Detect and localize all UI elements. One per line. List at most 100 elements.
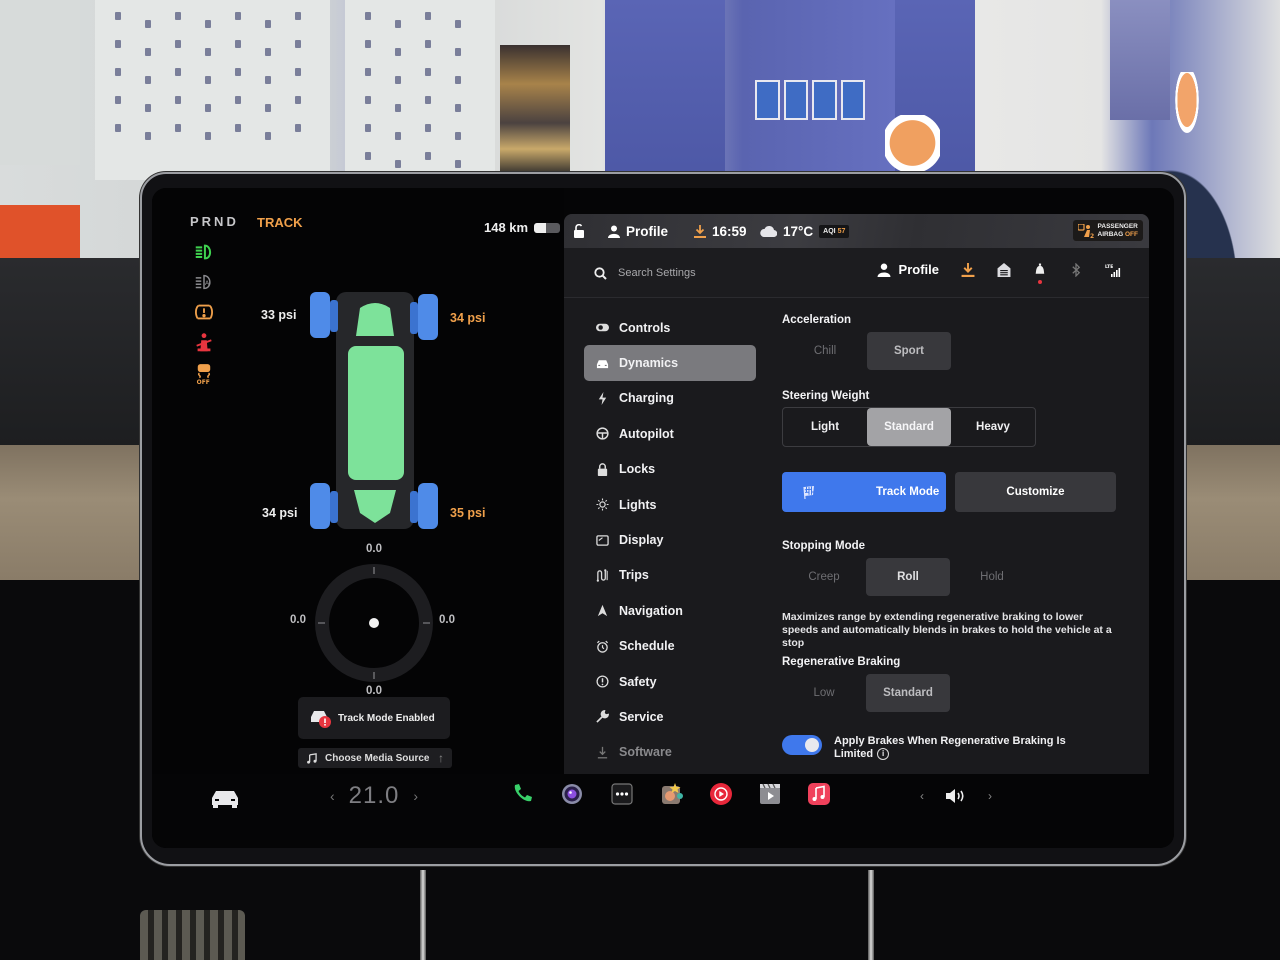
regen-option-standard[interactable]: Standard <box>866 674 950 712</box>
volume-icon[interactable] <box>944 786 968 806</box>
g-meter-left-value: 0.0 <box>290 614 306 626</box>
range-indicator: 148 km <box>484 220 561 235</box>
nav-item-dynamics[interactable]: Dynamics <box>584 345 756 381</box>
header-profile-label: Profile <box>898 262 939 277</box>
steering-option-heavy[interactable]: Heavy <box>951 408 1035 446</box>
cabin-temperature[interactable]: 21.0 <box>349 782 400 810</box>
airbag-line1: PASSENGER <box>1097 223 1138 230</box>
steering-option-standard[interactable]: Standard <box>867 408 951 446</box>
navigation-icon <box>597 605 608 617</box>
background-wall-photo <box>455 104 461 112</box>
track-mode-button[interactable]: Track Mode <box>782 472 946 512</box>
background-wall-photo <box>205 48 211 56</box>
background-wall-photo <box>175 12 181 20</box>
more-apps-icon[interactable] <box>610 782 634 806</box>
volume-decrease-button[interactable]: ‹ <box>920 789 924 803</box>
seatbelt-warning-icon <box>192 331 216 355</box>
steering-option-light[interactable]: Light <box>783 408 867 446</box>
aqi-value: 57 <box>837 227 846 235</box>
status-bar: Profile 16:59 17°C AQI 57 2 PASSENGER AIR… <box>564 214 1149 248</box>
expand-up-icon[interactable]: ↑ <box>438 751 444 765</box>
headlight-on-icon <box>192 240 216 264</box>
background-wall-photo <box>455 76 461 84</box>
info-icon[interactable]: i <box>877 748 890 761</box>
background-wall-photo <box>455 132 461 140</box>
apple-music-icon[interactable] <box>807 782 831 806</box>
clock-time: 16:59 <box>712 223 747 239</box>
software-update-icon[interactable] <box>961 262 975 277</box>
svg-text:OFF: OFF <box>197 379 210 385</box>
background-wall-photo <box>265 48 271 56</box>
stopping-option-hold[interactable]: Hold <box>950 558 1034 596</box>
customize-button[interactable]: Customize <box>955 472 1116 512</box>
car-controls-icon[interactable] <box>210 786 240 808</box>
track-mode-notification-text: Track Mode Enabled <box>338 712 435 724</box>
volume-increase-button[interactable]: › <box>988 789 992 803</box>
regen-option-low[interactable]: Low <box>782 674 866 712</box>
notifications-bell-icon[interactable] <box>1033 263 1047 284</box>
background-sign <box>0 205 80 260</box>
youtube-music-icon[interactable] <box>709 782 733 806</box>
air-quality-index: AQI 57 <box>819 224 850 238</box>
background-wall-photo <box>235 40 241 48</box>
background-wall-photo <box>425 96 431 104</box>
choose-media-source-button[interactable]: Choose Media Source ↑ <box>298 748 452 768</box>
alarm-clock-icon <box>596 640 609 653</box>
notification-badge <box>1038 279 1042 284</box>
theater-icon[interactable] <box>758 782 782 806</box>
nav-item-label: Dynamics <box>619 356 679 371</box>
toggle-icon <box>596 323 609 332</box>
temperature-decrease-button[interactable]: ‹ <box>330 788 335 804</box>
vehicle-chassis-visualization <box>310 292 438 529</box>
nav-item-autopilot[interactable]: Autopilot <box>584 416 756 451</box>
nav-item-lights[interactable]: Lights <box>584 487 756 522</box>
tire-pressure-front-right: 34 psi <box>450 311 486 325</box>
background-wall-photo <box>365 152 371 160</box>
tire-pressure-rear-right: 35 psi <box>450 506 486 520</box>
nav-item-navigation[interactable]: Navigation <box>584 593 756 628</box>
settings-panel: Profile 16:59 17°C AQI 57 2 PASSENGER AIR… <box>564 214 1149 774</box>
nav-item-trips[interactable]: Trips <box>584 558 756 593</box>
background-wall-photo <box>175 68 181 76</box>
acceleration-option-sport[interactable]: Sport <box>867 332 951 370</box>
nav-item-locks[interactable]: Locks <box>584 452 756 487</box>
battery-pack <box>348 346 404 480</box>
background-wall-photo <box>265 20 271 28</box>
phone-icon[interactable] <box>510 782 534 806</box>
camera-icon[interactable] <box>560 782 584 806</box>
front-motor <box>356 303 394 336</box>
track-mode-notification[interactable]: Track Mode Enabled <box>298 697 450 739</box>
apply-brakes-toggle[interactable] <box>782 735 822 755</box>
header-profile-button[interactable]: Profile <box>877 262 939 277</box>
bluetooth-icon[interactable] <box>1069 262 1083 277</box>
person-icon <box>608 225 620 238</box>
g-meter-right-value: 0.0 <box>439 614 455 626</box>
background-wall-photo <box>455 48 461 56</box>
temperature-increase-button[interactable]: › <box>413 788 418 804</box>
toybox-icon[interactable] <box>660 782 684 806</box>
background-wall-photo <box>365 40 371 48</box>
search-settings-input[interactable] <box>592 262 812 284</box>
unlock-icon[interactable] <box>572 224 586 238</box>
stopping-option-creep[interactable]: Creep <box>782 558 866 596</box>
nav-item-service[interactable]: Service <box>584 699 756 734</box>
status-profile[interactable]: Profile <box>608 224 668 239</box>
acceleration-option-chill[interactable]: Chill <box>783 332 867 370</box>
driving-pane: PRND TRACK 148 km A OFF 33 psi 34 psi 34… <box>152 188 564 848</box>
homelink-garage-icon[interactable] <box>997 262 1011 277</box>
nav-item-label: Controls <box>619 320 671 335</box>
stopping-option-roll[interactable]: Roll <box>866 558 950 596</box>
nav-item-software[interactable]: Software <box>584 735 756 770</box>
nav-item-schedule[interactable]: Schedule <box>584 629 756 664</box>
nav-item-controls[interactable]: Controls <box>584 310 756 345</box>
battery-level <box>534 222 546 233</box>
nav-item-safety[interactable]: Safety <box>584 664 756 699</box>
background-wall-photo <box>145 76 151 84</box>
auto-headlight-icon: A <box>192 270 216 294</box>
bolt-icon <box>598 391 607 405</box>
nav-item-charging[interactable]: Charging <box>584 381 756 416</box>
background-wall-photo <box>295 96 301 104</box>
nav-item-display[interactable]: Display <box>584 522 756 557</box>
background-wall-photo <box>395 48 401 56</box>
background-wall-photo <box>205 132 211 140</box>
